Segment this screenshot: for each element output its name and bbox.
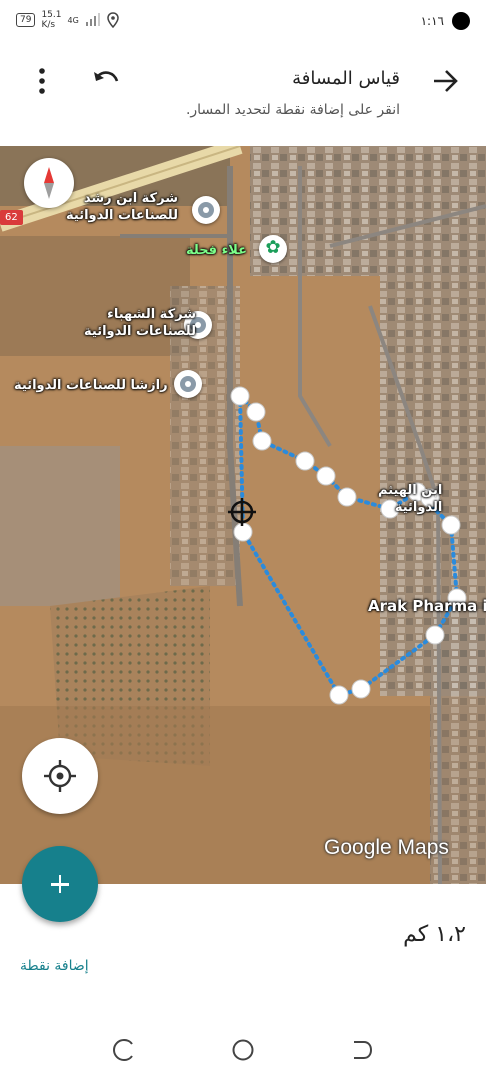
flower-pin-icon[interactable] <box>259 235 287 263</box>
location-icon <box>107 12 119 28</box>
page-title: قياس المسافة <box>292 68 400 89</box>
map-label-text: للصناعات الدوائية <box>84 324 196 339</box>
map-view[interactable]: 62 شركة ابن رشد للصناعات الدوائية علاء ف… <box>0 146 486 884</box>
map-label-shahba[interactable]: شركة الشهباء للصناعات الدوائية <box>84 306 196 340</box>
camera-cutout <box>452 12 470 30</box>
map-label-text: للصناعات الدوائية <box>66 208 178 223</box>
header: قياس المسافة انقر على إضافة نقطة لتحديد … <box>0 44 486 146</box>
net-speed: 15.1 K/s <box>41 10 61 30</box>
recent-apps-icon[interactable] <box>112 1038 136 1062</box>
more-vert-icon[interactable] <box>32 66 52 96</box>
place-pin-icon[interactable] <box>192 196 220 224</box>
my-location-icon <box>44 760 76 792</box>
home-icon[interactable] <box>231 1038 255 1062</box>
map-label-ibn-alhaytham[interactable]: ابن الهيثم الدوائية <box>378 482 442 516</box>
map-label-text: شركة ابن رشد <box>83 191 178 206</box>
add-point-fab[interactable] <box>22 846 98 922</box>
google-maps-attribution: Google Maps <box>324 836 449 859</box>
clock: ١:١٦ <box>420 14 444 28</box>
net-speed-unit: K/s <box>41 20 56 30</box>
map-label-text: شركة الشهباء <box>107 307 196 322</box>
status-bar: 79 15.1 K/s 4G ١:١٦ <box>0 0 486 44</box>
map-label-text: الدوائية <box>394 500 443 515</box>
network-type: 4G <box>67 15 79 25</box>
bottom-panel: ١،٢ كم إضافة نقطة <box>0 846 486 1020</box>
status-left: 79 15.1 K/s 4G <box>16 10 119 30</box>
arrow-back-icon[interactable] <box>430 66 460 96</box>
status-right: ١:١٦ <box>421 12 470 30</box>
net-speed-value: 15.1 <box>41 10 62 20</box>
total-distance: ١،٢ كم <box>403 922 466 947</box>
add-point-link[interactable]: إضافة نقطة <box>20 958 89 974</box>
place-pin-icon[interactable] <box>174 370 202 398</box>
route-shield: 62 <box>0 210 23 225</box>
compass-icon[interactable] <box>24 158 74 208</box>
page-subtitle: انقر على إضافة نقطة لتحديد المسار. <box>185 102 400 118</box>
map-label-alaa-fahla[interactable]: علاء فحلة <box>186 242 247 259</box>
back-icon[interactable] <box>350 1038 374 1062</box>
system-nav-bar <box>0 1020 486 1080</box>
my-location-button[interactable] <box>22 738 98 814</box>
signal-icon <box>85 13 100 26</box>
map-label-ibn-rushd[interactable]: شركة ابن رشد للصناعات الدوائية <box>66 190 178 224</box>
undo-icon[interactable] <box>90 66 122 96</box>
map-label-text: ابن الهيثم <box>378 483 443 498</box>
map-label-razsha[interactable]: رازشا للصناعات الدوائية <box>14 377 168 394</box>
map-label-arak-pharma[interactable]: Arak Pharma i <box>368 598 486 615</box>
battery-icon: 79 <box>16 13 36 27</box>
